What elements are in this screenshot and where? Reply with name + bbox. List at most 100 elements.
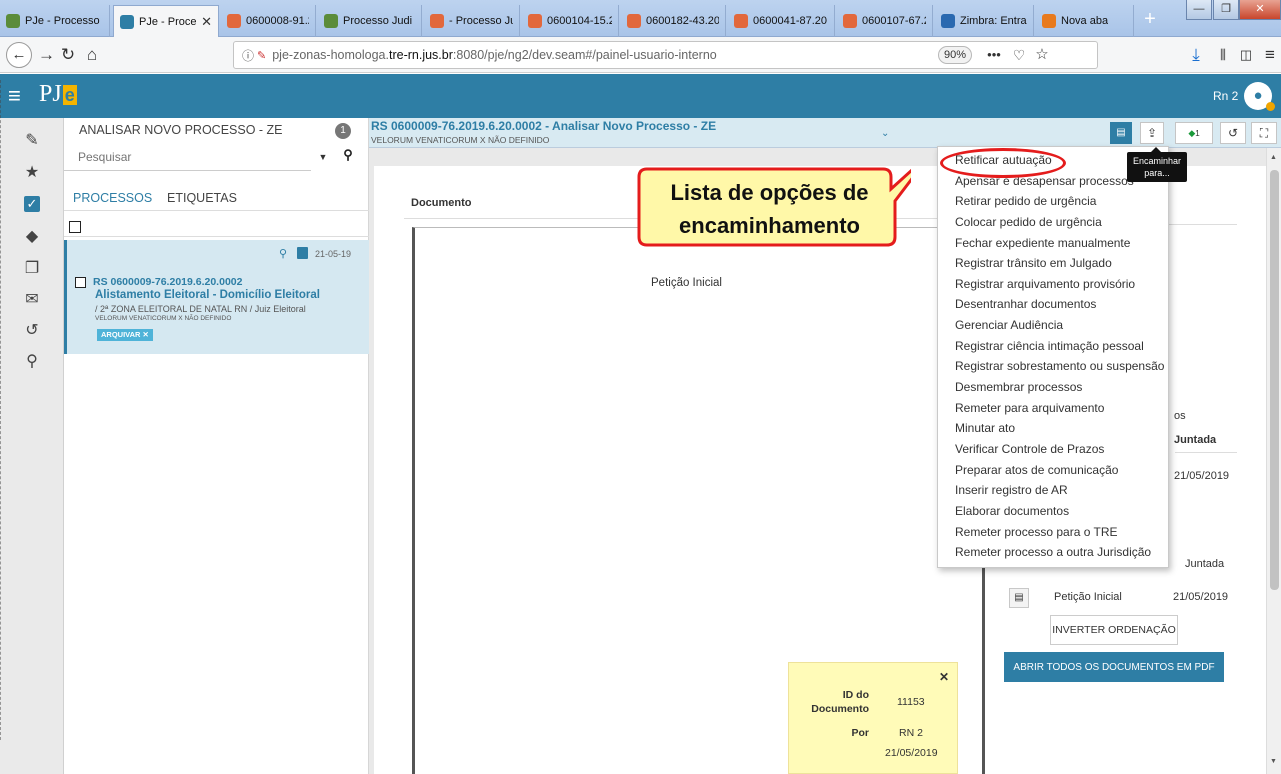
browser-tab[interactable]: 0600008-91.20 — [221, 5, 316, 37]
open-all-pdf-button[interactable]: ABRIR TODOS OS DOCUMENTOS EM PDF — [1004, 652, 1224, 682]
pin-icon[interactable]: ⚲ — [279, 247, 287, 260]
tab-favicon-icon — [1042, 14, 1056, 28]
logo-text: PJ — [39, 81, 62, 107]
library-icon[interactable]: ⫼ — [1213, 45, 1233, 65]
history-icon[interactable]: ↺ — [22, 321, 42, 341]
menu-item[interactable]: Remeter para arquivamento — [938, 398, 1168, 419]
autos-button[interactable]: ▤ — [1110, 122, 1132, 144]
tab-processos[interactable]: PROCESSOS — [73, 191, 152, 205]
tag-badge[interactable]: ARQUIVAR ✕ — [97, 329, 153, 341]
menu-item[interactable]: Inserir registro de AR — [938, 480, 1168, 501]
document-icon[interactable] — [297, 247, 308, 259]
menu-item[interactable]: Verificar Controle de Prazos — [938, 439, 1168, 460]
menu-item[interactable]: Fechar expediente manualmente — [938, 233, 1168, 254]
encaminhar-menu: Retificar autuação Apensar e desapensar p… — [937, 146, 1169, 568]
menu-item[interactable]: Remeter processo para o TRE — [938, 522, 1168, 543]
vertical-scrollbar[interactable]: ▲ ▼ — [1266, 148, 1281, 774]
browser-tab[interactable]: PJe - Processo ✕ — [113, 5, 219, 38]
card-checkbox[interactable] — [75, 277, 86, 288]
document-page-title: Petição Inicial — [651, 277, 722, 289]
menu-item[interactable]: Desentranhar documentos — [938, 294, 1168, 315]
search-button[interactable]: ⚲ — [337, 147, 359, 167]
tab-favicon-icon — [430, 14, 444, 28]
fullscreen-button[interactable]: ⛶ — [1251, 122, 1277, 144]
menu-item[interactable]: Registrar arquivamento provisório — [938, 274, 1168, 295]
sidebar-icon[interactable]: ◫ — [1237, 45, 1255, 65]
menu-item[interactable]: Preparar atos de comunicação — [938, 460, 1168, 481]
menu-item[interactable]: Retirar pedido de urgência — [938, 191, 1168, 212]
copy-icon[interactable]: ❐ — [22, 259, 42, 279]
menu-item[interactable]: Registrar sobrestamento ou suspensão — [938, 356, 1168, 377]
window-close-button[interactable]: ✕ — [1239, 0, 1281, 20]
encaminhar-button[interactable]: ⇪ — [1140, 122, 1164, 144]
reload-icon[interactable]: ↻ — [58, 45, 78, 65]
document-icon[interactable]: ▤ — [1009, 588, 1029, 608]
browser-tab[interactable]: - Processo Ju — [424, 5, 520, 37]
star-icon[interactable]: ★ — [22, 163, 42, 183]
browser-tab[interactable]: Nova aba — [1036, 5, 1134, 37]
menu-item[interactable]: Minutar ato — [938, 418, 1168, 439]
search-input[interactable] — [64, 143, 311, 171]
process-class[interactable]: Alistamento Eleitoral - Domicílio Eleito… — [95, 289, 320, 301]
browser-tab[interactable]: 0600104-15.20 — [522, 5, 619, 37]
pocket-icon[interactable]: ♡ — [1010, 45, 1028, 65]
browser-tab[interactable]: Processo Judi — [318, 5, 422, 37]
hamburger-menu-icon[interactable]: ≡ — [8, 83, 21, 109]
juntada-header: Juntada — [1174, 434, 1217, 446]
zoom-level-badge[interactable]: 90% — [938, 46, 972, 64]
select-all-checkbox[interactable] — [69, 221, 81, 233]
forward-arrow-icon[interactable]: → — [38, 45, 55, 65]
chevron-down-icon[interactable]: ⌄ — [881, 128, 889, 139]
browser-tab[interactable]: PJe - Processo — [0, 5, 110, 37]
bookmark-star-icon[interactable]: ☆ — [1033, 45, 1051, 65]
menu-item[interactable]: Registrar ciência intimação pessoal — [938, 336, 1168, 357]
pje-logo[interactable]: PJ e — [39, 81, 77, 108]
user-name[interactable]: Rn 2 — [1213, 89, 1238, 103]
scroll-thumb[interactable] — [1270, 170, 1279, 590]
scroll-up-icon[interactable]: ▲ — [1270, 154, 1277, 161]
process-title[interactable]: RS 0600009-76.2019.6.20.0002 - Analisar … — [371, 119, 716, 133]
minimize-button[interactable]: — — [1186, 0, 1212, 20]
back-arrow-icon[interactable]: ← — [6, 42, 32, 68]
tab-label: Processo Judi — [343, 15, 413, 27]
tab-label: 0600008-91.20 — [246, 15, 309, 27]
menu-item[interactable]: Elaborar documentos — [938, 501, 1168, 522]
maximize-button[interactable]: ❐ — [1213, 0, 1239, 20]
invert-order-button[interactable]: INVERTER ORDENAÇÃO — [1050, 615, 1178, 645]
search-icon[interactable]: ⚲ — [22, 352, 42, 372]
home-icon[interactable]: ⌂ — [82, 45, 102, 65]
header-divider — [1175, 452, 1237, 453]
process-number[interactable]: RS 0600009-76.2019.6.20.0002 — [93, 276, 242, 288]
info-icon[interactable]: ⓘ — [242, 47, 254, 64]
document-heading: Documento — [411, 197, 472, 209]
envelope-icon[interactable]: ✉ — [22, 290, 42, 310]
menu-item[interactable]: Colocar pedido de urgência — [938, 212, 1168, 233]
doc-name[interactable]: Petição Inicial — [1054, 591, 1122, 603]
tab-favicon-icon — [324, 14, 338, 28]
timeline-date: 21/05/2019 — [1174, 470, 1230, 482]
history-button[interactable]: ↺ — [1220, 122, 1246, 144]
tab-close-icon[interactable]: ✕ — [201, 14, 212, 30]
tab-label: 0600041-87.20 — [753, 15, 828, 27]
pencil-icon[interactable]: ✎ — [22, 131, 42, 151]
browser-tab[interactable]: 0600182-43.20 — [621, 5, 726, 37]
process-card[interactable]: ⚲ 21-05-19 RS 0600009-76.2019.6.20.0002 … — [64, 240, 369, 354]
menu-icon[interactable]: ≡ — [1261, 45, 1279, 65]
browser-tab[interactable]: Zimbra: Entra — [935, 5, 1034, 37]
scroll-down-icon[interactable]: ▼ — [1270, 758, 1277, 765]
menu-item[interactable]: Gerenciar Audiência — [938, 315, 1168, 336]
new-tab-button[interactable]: + — [1135, 6, 1165, 34]
page-actions-icon[interactable]: ••• — [984, 45, 1004, 65]
tag-icon[interactable]: ◆ — [22, 227, 42, 247]
filter-dropdown-icon[interactable]: ▼ — [311, 147, 335, 167]
tab-etiquetas[interactable]: ETIQUETAS — [167, 191, 237, 205]
menu-item[interactable]: Remeter processo a outra Jurisdição — [938, 542, 1168, 563]
browser-tab[interactable]: 0600041-87.20 — [728, 5, 835, 37]
menu-item[interactable]: Registrar trânsito em Julgado — [938, 253, 1168, 274]
etiquetas-button[interactable]: ◆1 — [1175, 122, 1213, 144]
browser-tab[interactable]: 0600107-67.20 — [837, 5, 933, 37]
checkbox-icon[interactable]: ✓ — [24, 196, 40, 212]
menu-item[interactable]: Desmembrar processos — [938, 377, 1168, 398]
close-icon[interactable]: ✕ — [939, 670, 949, 684]
download-icon[interactable]: ⤓ — [1186, 45, 1206, 65]
